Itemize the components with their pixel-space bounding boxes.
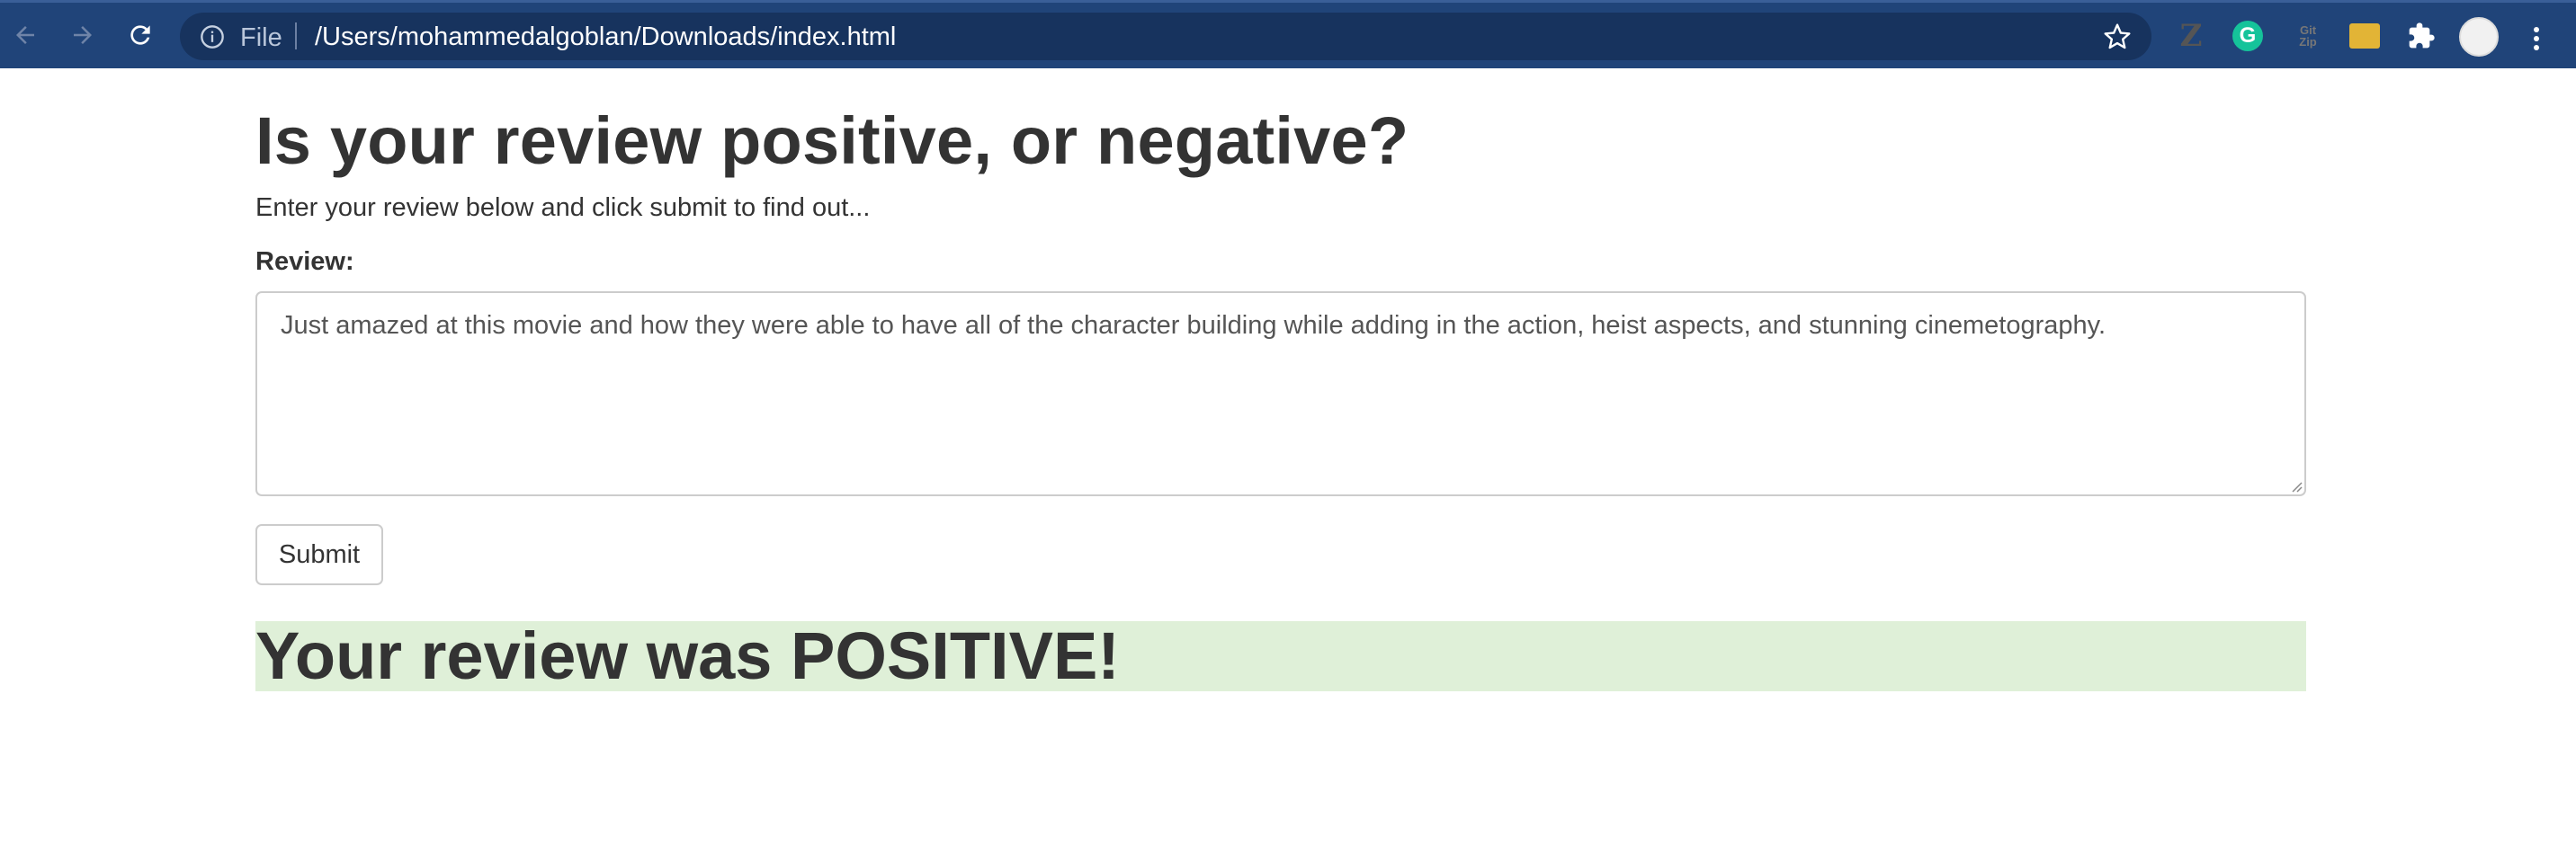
note-extension-icon[interactable]	[2349, 23, 2380, 49]
page-subtitle: Enter your review below and click submit…	[255, 193, 871, 222]
forward-arrow-icon[interactable]	[63, 15, 103, 55]
browser-toolbar: File /Users/mohammedalgoblan/Downloads/i…	[0, 0, 2576, 68]
gitzip-icon[interactable]: Git Zip	[2290, 18, 2326, 54]
resize-handle-icon[interactable]	[2288, 478, 2303, 493]
review-label: Review:	[255, 247, 354, 276]
reload-icon[interactable]	[121, 15, 160, 55]
menu-dots-icon[interactable]	[2526, 21, 2547, 57]
address-bar[interactable]: File /Users/mohammedalgoblan/Downloads/i…	[180, 13, 2151, 60]
back-arrow-icon[interactable]	[5, 15, 45, 55]
puzzle-icon[interactable]	[2403, 18, 2439, 54]
result-banner: Your review was POSITIVE!	[255, 618, 2306, 693]
url-text[interactable]: /Users/mohammedalgoblan/Downloads/index.…	[315, 22, 896, 52]
profile-avatar[interactable]	[2459, 17, 2499, 57]
info-icon[interactable]	[200, 24, 225, 49]
z-extension-icon[interactable]: Z	[2173, 18, 2209, 54]
review-textarea[interactable]: Just amazed at this movie and how they w…	[255, 291, 2306, 496]
url-scheme-label: File	[240, 23, 282, 52]
result-text: Your review was POSITIVE!	[255, 618, 1120, 693]
page-title: Is your review positive, or negative?	[255, 103, 1409, 178]
grammarly-icon[interactable]: G	[2232, 21, 2263, 51]
submit-button[interactable]: Submit	[255, 524, 383, 585]
url-divider	[295, 22, 297, 49]
star-icon[interactable]	[2103, 22, 2132, 56]
